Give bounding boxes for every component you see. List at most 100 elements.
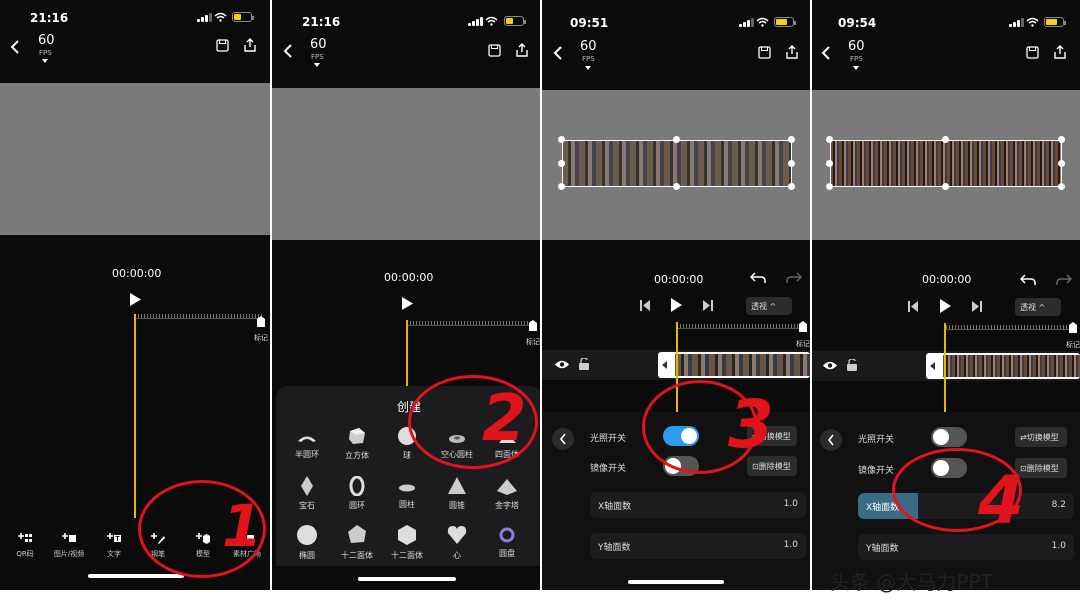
panel-back-button[interactable] <box>820 429 842 451</box>
panel-back-button[interactable] <box>552 428 574 450</box>
timeline-cursor[interactable] <box>944 323 946 413</box>
pyramid-icon <box>497 479 517 495</box>
resize-handle[interactable] <box>826 160 833 167</box>
back-icon[interactable] <box>553 45 563 61</box>
clip-track[interactable] <box>926 353 1080 379</box>
shape-cone[interactable]: 圆锥 <box>432 476 482 511</box>
shape-cylinder[interactable]: 圆柱 <box>382 480 432 510</box>
skip-forward-icon[interactable] <box>703 300 713 311</box>
timeline-ruler[interactable] <box>407 321 534 325</box>
resize-handle[interactable] <box>942 136 949 143</box>
resize-handle[interactable] <box>788 183 795 190</box>
save-icon[interactable] <box>488 44 501 57</box>
selection-box[interactable] <box>562 140 792 187</box>
toolbar-text[interactable]: 文字 <box>94 530 134 559</box>
shape-cube[interactable]: 立方体 <box>332 426 382 461</box>
undo-icon[interactable] <box>750 272 766 284</box>
fps-value[interactable]: 60 <box>848 39 865 54</box>
save-icon[interactable] <box>1026 46 1039 59</box>
eye-icon[interactable] <box>554 359 570 370</box>
fps-value[interactable]: 60 <box>580 39 597 54</box>
resize-handle[interactable] <box>558 160 565 167</box>
undo-icon[interactable] <box>1020 274 1036 286</box>
share-icon[interactable] <box>785 45 799 60</box>
canvas-preview[interactable] <box>542 90 810 240</box>
shape-pyramid[interactable]: 金字塔 <box>482 478 532 511</box>
marker-icon[interactable] <box>798 321 808 332</box>
resize-handle[interactable] <box>826 183 833 190</box>
light-switch-toggle[interactable] <box>931 427 967 447</box>
skip-forward-icon[interactable] <box>972 301 982 312</box>
marker-icon[interactable] <box>256 316 266 327</box>
skip-back-icon[interactable] <box>908 301 918 312</box>
shape-ellipsoid[interactable]: 椭圆 <box>282 524 332 561</box>
resize-handle[interactable] <box>1058 136 1065 143</box>
x-faces-slider[interactable]: X轴面数 1.0 <box>590 492 806 518</box>
switch-model-button[interactable]: ⇄切换模型 <box>1015 427 1067 447</box>
play-icon[interactable] <box>401 297 413 310</box>
resize-handle[interactable] <box>826 136 833 143</box>
selection-box[interactable] <box>830 140 1062 187</box>
fps-value[interactable]: 60 <box>310 37 327 52</box>
play-icon[interactable] <box>939 299 951 313</box>
timeline-ruler[interactable] <box>677 324 804 328</box>
y-faces-slider[interactable]: Y轴面数 1.0 <box>858 534 1074 560</box>
eye-icon[interactable] <box>822 360 838 371</box>
timeline-ruler[interactable] <box>135 314 262 318</box>
shape-half-torus[interactable]: 半圆环 <box>282 430 332 460</box>
save-icon[interactable] <box>216 39 229 52</box>
play-icon[interactable] <box>129 293 141 306</box>
resize-handle[interactable] <box>788 136 795 143</box>
resize-handle[interactable] <box>558 136 565 143</box>
clip-trim-left-icon[interactable] <box>930 362 935 370</box>
fps-value[interactable]: 60 <box>38 33 55 48</box>
canvas-preview[interactable] <box>0 83 270 235</box>
resize-handle[interactable] <box>1058 183 1065 190</box>
resize-handle[interactable] <box>942 183 949 190</box>
signal-icon <box>468 17 483 26</box>
redo-icon[interactable] <box>786 272 802 284</box>
back-icon[interactable] <box>821 45 831 61</box>
share-icon[interactable] <box>1053 45 1067 60</box>
chevron-down-icon[interactable] <box>42 59 48 63</box>
perspective-dropdown[interactable]: 透视 ^ <box>1015 298 1061 316</box>
clip-trim-left-icon[interactable] <box>662 361 667 369</box>
timeline-cursor[interactable] <box>134 314 136 518</box>
play-icon[interactable] <box>670 298 682 312</box>
timeline-cursor[interactable] <box>406 320 408 390</box>
shape-dodecahedron-a[interactable]: 十二面体 <box>332 524 382 561</box>
share-icon[interactable] <box>515 43 529 58</box>
save-icon[interactable] <box>758 46 771 59</box>
battery-icon <box>504 16 526 26</box>
toolbar-image[interactable]: 图片/视频 <box>49 530 89 559</box>
clip-track[interactable] <box>658 352 810 378</box>
back-icon[interactable] <box>283 43 293 59</box>
skip-back-icon[interactable] <box>640 300 650 311</box>
back-icon[interactable] <box>10 39 20 55</box>
share-icon[interactable] <box>243 38 257 53</box>
shape-disc[interactable]: 圆盘 <box>482 526 532 559</box>
chevron-down-icon[interactable] <box>585 66 591 70</box>
resize-handle[interactable] <box>673 183 680 190</box>
y-faces-slider[interactable]: Y轴面数 1.0 <box>590 533 806 559</box>
resize-handle[interactable] <box>673 136 680 143</box>
shape-gem[interactable]: 宝石 <box>282 476 332 511</box>
redo-icon[interactable] <box>1056 274 1072 286</box>
marker-icon[interactable] <box>1068 322 1078 333</box>
unlock-icon[interactable] <box>846 359 858 371</box>
toolbar-qr[interactable]: QR码 <box>5 530 45 559</box>
canvas-preview[interactable] <box>272 88 542 240</box>
resize-handle[interactable] <box>788 160 795 167</box>
shape-heart[interactable]: 心 <box>432 524 482 561</box>
marker-icon[interactable] <box>528 320 538 331</box>
unlock-icon[interactable] <box>578 358 590 370</box>
resize-handle[interactable] <box>1058 160 1065 167</box>
perspective-dropdown[interactable]: 透视 ^ <box>746 297 792 315</box>
canvas-preview[interactable] <box>812 90 1080 240</box>
timeline-ruler[interactable] <box>946 325 1074 329</box>
shape-dodecahedron-b[interactable]: 十二面体 <box>382 524 432 561</box>
chevron-down-icon[interactable] <box>314 63 320 67</box>
chevron-down-icon[interactable] <box>853 66 859 70</box>
shape-torus[interactable]: 圆环 <box>332 475 382 511</box>
resize-handle[interactable] <box>558 183 565 190</box>
